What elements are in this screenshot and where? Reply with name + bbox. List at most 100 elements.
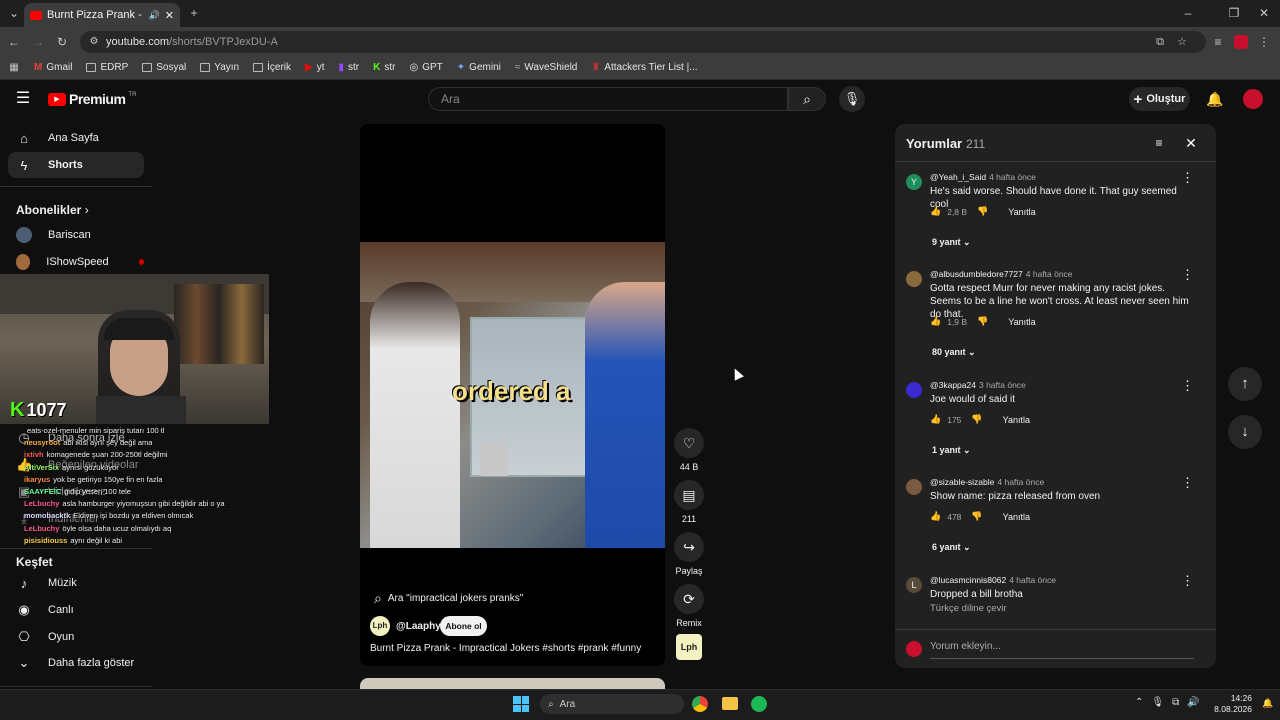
- comment-avatar[interactable]: [906, 382, 922, 398]
- audio-icon[interactable]: 🔊: [149, 10, 160, 21]
- comment-avatar[interactable]: L: [906, 577, 922, 593]
- notifications-bell-icon[interactable]: 🔔: [1206, 91, 1223, 107]
- comments-button[interactable]: ▤: [674, 480, 704, 510]
- sidebar-item-bariscan[interactable]: Bariscan: [8, 222, 144, 248]
- reply-button[interactable]: Yanıtla: [1008, 207, 1035, 217]
- notification-icon[interactable]: 🔔: [1262, 698, 1273, 709]
- remix-button[interactable]: ⟳: [674, 584, 704, 614]
- comment-more-icon[interactable]: ⋮: [1181, 378, 1194, 394]
- spotify-icon[interactable]: [751, 696, 767, 712]
- like-icon[interactable]: 👍: [930, 511, 941, 522]
- reload-icon[interactable]: ↻: [54, 34, 70, 50]
- bookmark-twitch[interactable]: ▮ str: [339, 62, 360, 73]
- start-button[interactable]: [513, 696, 529, 712]
- reply-button[interactable]: Yanıtla: [1008, 317, 1035, 327]
- taskbar-search[interactable]: ⌕ Ara: [540, 694, 684, 714]
- sidebar-item-ishowspeed[interactable]: IShowSpeed: [8, 249, 144, 275]
- comment-time[interactable]: 4 hafta önce: [997, 477, 1044, 487]
- bookmark-star-icon[interactable]: ☆: [1174, 34, 1190, 50]
- voice-search-button[interactable]: 🎙: [839, 86, 865, 112]
- media-control-icon[interactable]: ≡: [1210, 34, 1226, 50]
- sound-thumbnail[interactable]: Lph: [676, 634, 702, 660]
- channel-avatar[interactable]: Lph: [370, 616, 390, 636]
- subscribe-button[interactable]: Abone ol: [440, 616, 487, 636]
- bookmark-edrp[interactable]: EDRP: [86, 62, 128, 73]
- like-icon[interactable]: 👍: [930, 414, 941, 425]
- clock[interactable]: 14:26 8.08.2026: [1212, 693, 1252, 715]
- comment-avatar[interactable]: [906, 479, 922, 495]
- shorts-player[interactable]: ordered a: [360, 124, 665, 666]
- translate-link[interactable]: Türkçe diline çevir: [930, 603, 1007, 614]
- subscriptions-heading[interactable]: Abonelikler ›: [16, 203, 89, 217]
- menu-icon[interactable]: ⋮: [1256, 34, 1272, 50]
- comment-more-icon[interactable]: ⋮: [1181, 170, 1194, 186]
- bookmark-yt[interactable]: ▶ yt: [305, 62, 324, 73]
- bookmark-gpt[interactable]: ◎ GPT: [409, 62, 442, 73]
- bookmark-waveshield[interactable]: ≈ WaveShield: [515, 62, 578, 73]
- dislike-icon[interactable]: 👎: [971, 511, 982, 522]
- comment-author[interactable]: @albusdumbledore7727: [930, 269, 1023, 279]
- apps-icon[interactable]: ▦: [6, 60, 22, 76]
- sort-icon[interactable]: ≡: [1151, 135, 1167, 151]
- comment-more-icon[interactable]: ⋮: [1181, 475, 1194, 491]
- comment-author[interactable]: @sizable-sizable: [930, 477, 994, 487]
- replies-toggle[interactable]: 6 yanıt ⌄: [932, 542, 971, 553]
- related-search[interactable]: ⌕ Ara "impractical jokers pranks": [374, 590, 523, 607]
- comment-time[interactable]: 4 hafta önce: [1009, 575, 1056, 585]
- tab-search-icon[interactable]: ⌄: [6, 5, 22, 21]
- maximize-icon[interactable]: ❐: [1226, 5, 1242, 21]
- next-video-button[interactable]: ↓: [1228, 415, 1262, 449]
- url-bar[interactable]: ⚙ youtube.com/shorts/BVTPJexDU-A ⧉ ☆: [80, 31, 1206, 53]
- bookmark-gmail[interactable]: M Gmail: [34, 62, 72, 73]
- back-icon[interactable]: ←: [6, 34, 22, 50]
- comment-avatar[interactable]: Y: [906, 174, 922, 190]
- previous-video-button[interactable]: ↑: [1228, 367, 1262, 401]
- comment-author[interactable]: @lucasmcinnis8062: [930, 575, 1006, 585]
- comment-author[interactable]: @3kappa24: [930, 380, 976, 390]
- comment-time[interactable]: 4 hafta önce: [989, 172, 1036, 182]
- dislike-icon[interactable]: 👎: [977, 316, 988, 327]
- like-icon[interactable]: 👍: [930, 316, 941, 327]
- new-tab-button[interactable]: +: [186, 5, 202, 21]
- like-button[interactable]: ♡: [674, 428, 704, 458]
- close-tab-icon[interactable]: ✕: [165, 9, 174, 22]
- minimize-icon[interactable]: –: [1180, 5, 1196, 21]
- bookmark-icerik[interactable]: İçerik: [253, 62, 291, 73]
- replies-toggle[interactable]: 80 yanıt ⌄: [932, 347, 976, 358]
- youtube-premium-logo[interactable]: ▶ Premium TR: [48, 91, 136, 107]
- hamburger-menu-icon[interactable]: ☰: [15, 91, 31, 107]
- create-button[interactable]: + Oluştur: [1129, 87, 1190, 111]
- dislike-icon[interactable]: 👎: [971, 414, 982, 425]
- share-button[interactable]: ↪: [674, 532, 704, 562]
- next-video-preview[interactable]: [360, 678, 665, 689]
- bookmark-sosyal[interactable]: Sosyal: [142, 62, 186, 73]
- comment-more-icon[interactable]: ⋮: [1181, 573, 1194, 589]
- channel-name[interactable]: @Laaphy: [396, 621, 441, 632]
- sidebar-item-music[interactable]: ♪ Müzik: [8, 570, 144, 596]
- sidebar-item-live[interactable]: ◉ Canlı: [8, 597, 144, 623]
- add-comment-input[interactable]: Yorum ekleyin...: [930, 641, 1194, 659]
- search-input[interactable]: Ara: [428, 87, 788, 111]
- avatar[interactable]: [1243, 89, 1263, 109]
- comment-avatar[interactable]: [906, 271, 922, 287]
- browser-tab[interactable]: Burnt Pizza Prank - Impract... 🔊 ✕: [24, 3, 180, 27]
- chrome-icon[interactable]: [692, 696, 708, 712]
- sidebar-item-gaming[interactable]: ⎔ Oyun: [8, 624, 144, 650]
- dislike-icon[interactable]: 👎: [977, 206, 988, 217]
- close-window-icon[interactable]: ✕: [1256, 5, 1272, 21]
- replies-toggle[interactable]: 9 yanıt ⌄: [932, 237, 971, 248]
- close-icon[interactable]: ✕: [1183, 135, 1199, 151]
- reply-button[interactable]: Yanıtla: [1003, 415, 1030, 425]
- bookmark-gemini[interactable]: ✦ Gemini: [457, 62, 501, 73]
- extension-icon[interactable]: [1234, 35, 1248, 49]
- replies-toggle[interactable]: 1 yanıt ⌄: [932, 445, 971, 456]
- install-icon[interactable]: ⧉: [1152, 34, 1168, 50]
- like-icon[interactable]: 👍: [930, 206, 941, 217]
- forward-icon[interactable]: →: [30, 34, 46, 50]
- sidebar-item-shorts[interactable]: ϟ Shorts: [8, 152, 144, 178]
- comment-more-icon[interactable]: ⋮: [1181, 267, 1194, 283]
- search-button[interactable]: ⌕: [788, 87, 826, 111]
- system-tray-icons[interactable]: ⌃🎙⧉🔊: [1135, 697, 1208, 708]
- sidebar-item-show-more[interactable]: ⌄ Daha fazla göster: [8, 650, 144, 676]
- comment-author[interactable]: @Yeah_i_Said: [930, 172, 986, 182]
